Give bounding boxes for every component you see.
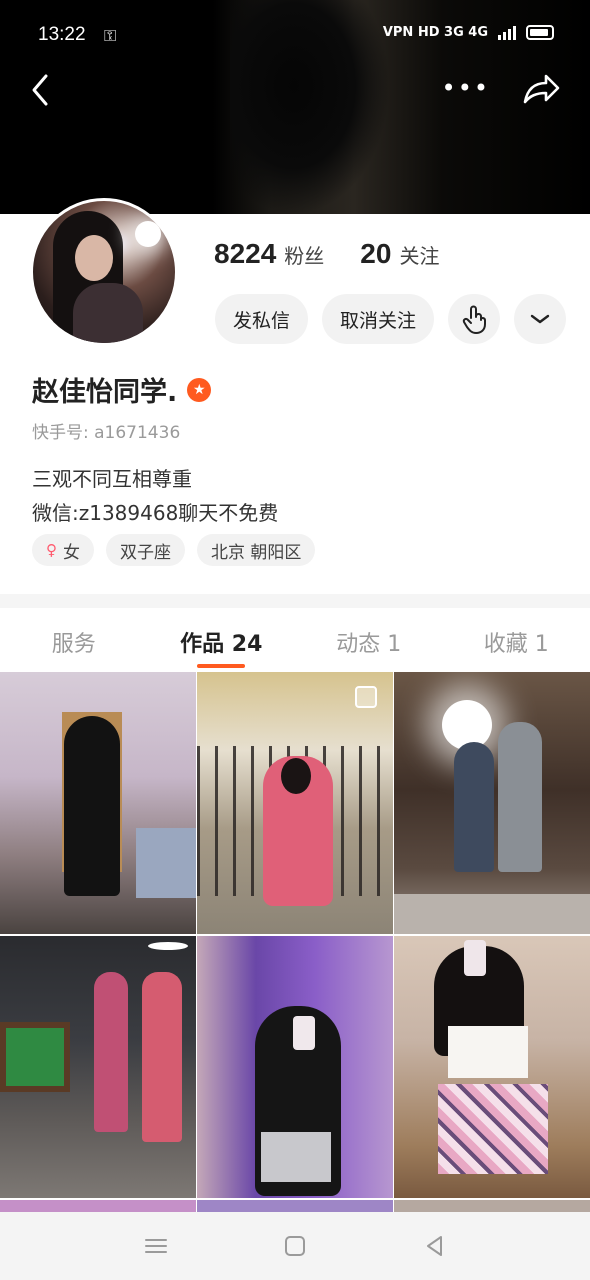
profile-card: 8224 粉丝 20 关注 发私信 取消关注 赵佳怡同学. ★ 快手号: a16…: [0, 198, 590, 594]
battery-icon: [526, 25, 554, 40]
user-id: 快手号: a1671436: [32, 423, 181, 443]
unfollow-button[interactable]: 取消关注: [322, 294, 435, 344]
chevron-left-icon: [32, 74, 48, 106]
system-back-button[interactable]: [421, 1232, 449, 1260]
profile-bio: 三观不同互相尊重 微信:z1389468聊天不免费: [32, 462, 278, 530]
user-name: 赵佳怡同学.: [32, 377, 178, 408]
triangle-back-icon: [427, 1236, 442, 1256]
pinned-icon: [355, 686, 377, 708]
home-button[interactable]: [281, 1232, 309, 1260]
chevron-down-icon: [530, 314, 550, 324]
profile-name: 赵佳怡同学. ★: [32, 370, 212, 409]
tab-services[interactable]: 服务: [0, 608, 148, 672]
system-navigation-bar: [0, 1212, 590, 1280]
tab-moments[interactable]: 动态 1: [295, 608, 443, 672]
work-thumbnail[interactable]: [394, 936, 590, 1198]
work-thumbnail[interactable]: [0, 936, 196, 1198]
content-tabs: 服务 作品 24 动态 1 收藏 1: [0, 608, 590, 672]
avatar[interactable]: [30, 198, 178, 346]
tab-works[interactable]: 作品 24: [148, 608, 296, 672]
bio-line: 三观不同互相尊重: [32, 467, 192, 491]
key-icon: ⚿: [104, 26, 117, 45]
fans-label[interactable]: 粉丝: [284, 240, 324, 269]
menu-button[interactable]: [142, 1232, 170, 1260]
following-count[interactable]: 20: [360, 238, 391, 270]
work-thumbnail[interactable]: [0, 672, 196, 934]
status-bar: 13:22 ⚿ VPN HD 3G 4G: [0, 22, 590, 52]
profile-actions: 发私信 取消关注: [215, 294, 567, 344]
profile-banner: 13:22 ⚿ VPN HD 3G 4G •••: [0, 0, 590, 215]
bio-line: 微信:z1389468聊天不免费: [32, 501, 279, 525]
works-grid: [0, 672, 590, 1216]
profile-tags: ♀ 女 双子座 北京 朝阳区: [32, 534, 316, 566]
zodiac-tag: 双子座: [106, 534, 185, 566]
menu-icon: [145, 1239, 167, 1253]
poke-button[interactable]: [448, 294, 501, 344]
home-square-icon: [285, 1236, 305, 1256]
profile-stats: 8224 粉丝 20 关注: [214, 238, 439, 270]
female-icon: ♀: [46, 541, 57, 559]
tab-favorites[interactable]: 收藏 1: [443, 608, 590, 672]
gender-tag: ♀ 女: [32, 534, 94, 566]
status-time: 13:22: [38, 24, 86, 45]
hand-tap-icon: [462, 305, 487, 334]
more-button[interactable]: •••: [442, 74, 490, 102]
more-dots-icon: •••: [441, 74, 490, 102]
status-right: VPN HD 3G 4G: [383, 25, 554, 40]
star-badge-icon[interactable]: ★: [187, 377, 212, 402]
work-thumbnail[interactable]: [197, 936, 393, 1198]
share-button[interactable]: [522, 72, 562, 106]
message-button[interactable]: 发私信: [215, 294, 309, 344]
following-label[interactable]: 关注: [399, 240, 439, 269]
work-thumbnail[interactable]: [394, 672, 590, 934]
section-divider: [0, 594, 590, 608]
fans-count[interactable]: 8224: [214, 238, 276, 270]
back-button[interactable]: [26, 70, 56, 110]
location-tag: 北京 朝阳区: [197, 534, 316, 566]
share-arrow-icon: [523, 74, 560, 104]
work-thumbnail[interactable]: [197, 672, 393, 934]
network-indicator: VPN HD 3G 4G: [382, 25, 488, 40]
signal-icon: [498, 25, 516, 40]
more-options-button[interactable]: [514, 294, 567, 344]
